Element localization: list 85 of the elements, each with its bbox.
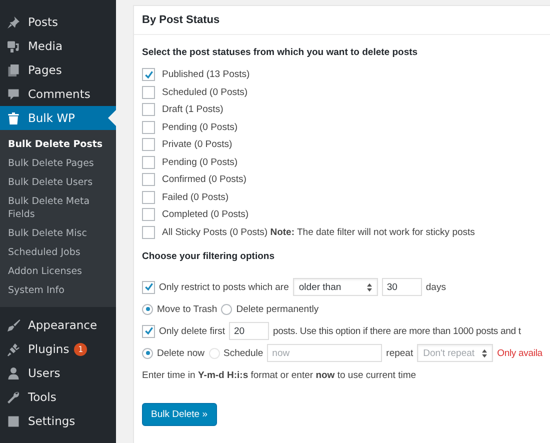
sidebar-item[interactable]: Tools [0, 385, 116, 409]
option-label: Only delete first [159, 326, 225, 336]
update-count-badge: 1 [74, 342, 88, 356]
submenu-item[interactable]: Scheduled Jobs [0, 243, 116, 262]
select-arrows-icon [482, 348, 488, 358]
sidebar-item[interactable]: Appearance [0, 313, 116, 337]
status-checkbox[interactable] [142, 190, 155, 204]
section-heading: Choose your filtering options [142, 251, 276, 262]
submenu-item[interactable]: Bulk Delete Users [0, 173, 116, 192]
user-icon [6, 366, 21, 380]
unit-label: days [426, 282, 446, 292]
status-label: All Sticky Posts (0 Posts) Note: The date filter will not work for sticky posts [162, 226, 475, 238]
status-label: Pending (0 Posts) [162, 156, 238, 168]
status-checkbox[interactable] [142, 208, 155, 222]
sidebar-item[interactable]: Posts [0, 10, 116, 34]
radio-label: Move to Trash [157, 304, 218, 314]
menu-label: Comments [28, 87, 90, 101]
submenu-item[interactable]: System Info [0, 281, 116, 300]
repeat-label: repeat [386, 348, 414, 358]
age-select[interactable]: older than [292, 278, 378, 296]
option-label: Only restrict to posts which are [159, 282, 289, 292]
limit-checkbox[interactable] [142, 324, 155, 338]
schedule-time-input[interactable]: now [267, 344, 382, 362]
submenu-item[interactable]: Addon Licenses [0, 262, 116, 281]
current-pointer-icon [108, 110, 116, 126]
sidebar-item[interactable]: Users [0, 361, 116, 385]
menu-label: Users [28, 366, 60, 380]
status-label: Pending (0 Posts) [162, 122, 238, 133]
radio-label: Schedule [224, 348, 264, 358]
status-label: Failed (0 Posts) [162, 192, 229, 203]
radio-button[interactable] [221, 304, 232, 314]
sidebar-item[interactable]: Plugins 1 [0, 337, 116, 361]
status-checkbox[interactable] [142, 156, 155, 169]
wrench-icon [6, 390, 21, 404]
panel-title: By Post Status [142, 14, 220, 26]
bulk-delete-button[interactable]: Bulk Delete » [142, 403, 217, 426]
sidebar-item[interactable]: Pages [0, 58, 116, 82]
menu-label: Pages [28, 63, 62, 77]
days-input[interactable]: 30 [382, 278, 422, 296]
sidebar-item[interactable]: Settings [0, 409, 116, 433]
status-checkbox[interactable] [142, 86, 155, 99]
submenu-item[interactable]: Bulk Delete Pages [0, 154, 116, 173]
status-checkbox[interactable] [142, 103, 155, 116]
comment-icon [6, 86, 21, 102]
status-checkbox[interactable] [142, 120, 155, 134]
restrict-checkbox[interactable] [142, 280, 155, 294]
pin-icon [6, 14, 21, 30]
plug-icon [6, 342, 21, 356]
menu-label: Settings [28, 414, 76, 428]
radio-label: Delete now [157, 348, 205, 358]
section-heading: Select the post statuses from which you want to delete posts [142, 47, 419, 58]
status-label: Private (0 Posts) [162, 139, 232, 150]
sidebar-item[interactable]: Media [0, 34, 116, 58]
help-text: Enter time in Y-m-d H:i:s format or enter now to use current time [142, 370, 418, 381]
menu-label: Posts [28, 15, 58, 29]
status-checkbox[interactable] [142, 138, 155, 152]
status-label: Scheduled (0 Posts) [162, 86, 248, 98]
count-input[interactable]: 20 [229, 322, 269, 340]
status-label: Confirmed (0 Posts) [162, 174, 246, 186]
option-description: posts. Use this option if there are more than 1000 posts and t [273, 326, 521, 336]
trash-icon [6, 110, 21, 126]
submenu-item[interactable]: Bulk Delete Meta Fields [0, 192, 116, 224]
radio-button[interactable] [142, 348, 153, 358]
radio-button[interactable] [142, 304, 153, 314]
availability-note: Only availa [497, 348, 542, 358]
status-checkbox[interactable] [142, 226, 155, 239]
sidebar-item[interactable]: Bulk WP [0, 106, 116, 130]
menu-label: Appearance [28, 318, 98, 332]
status-checkbox[interactable] [142, 68, 155, 82]
brush-icon [6, 318, 21, 332]
media-icon [6, 38, 21, 54]
menu-label: Bulk WP [28, 111, 75, 125]
status-label: Published (13 Posts) [162, 69, 250, 80]
sidebar-item[interactable]: Comments [0, 82, 116, 106]
status-label: Completed (0 Posts) [162, 209, 249, 220]
submenu-item[interactable]: Bulk Delete Misc [0, 224, 116, 243]
menu-label: Tools [28, 390, 56, 404]
status-checkbox[interactable] [142, 173, 155, 186]
menu-label: Plugins [28, 342, 70, 356]
radio-label: Delete permanently [236, 304, 319, 314]
pages-icon [6, 62, 21, 78]
status-label: Draft (1 Posts) [162, 104, 224, 116]
select-arrows-icon [366, 282, 372, 292]
submenu-item[interactable]: Bulk Delete Posts [0, 135, 116, 154]
menu-label: Media [28, 39, 63, 53]
